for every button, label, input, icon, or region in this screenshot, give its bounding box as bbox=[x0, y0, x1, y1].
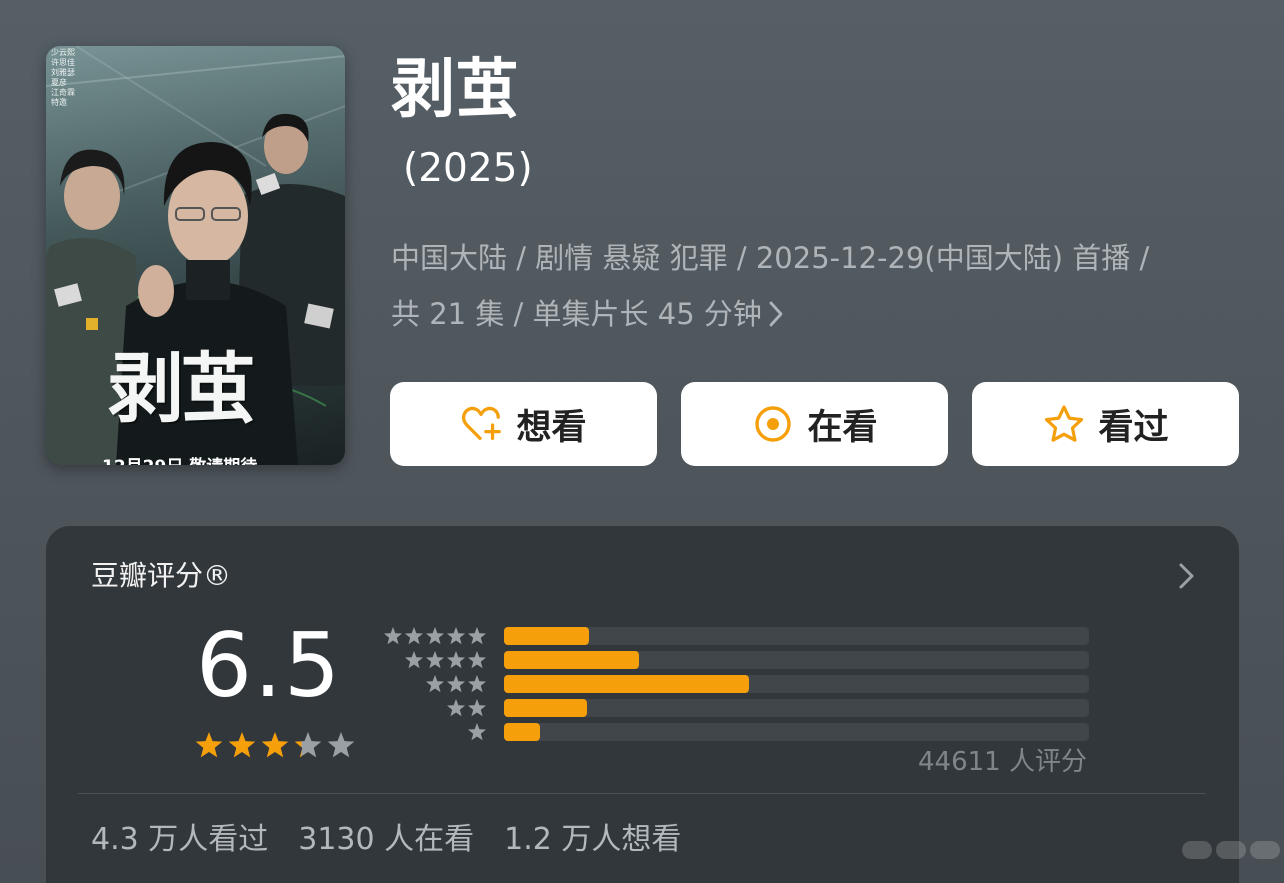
meta-line-2-text: 共 21 集 / 单集片长 45 分钟 bbox=[391, 297, 762, 331]
watched-label: 看过 bbox=[1098, 407, 1169, 448]
rating-distribution-row bbox=[382, 650, 1092, 670]
rating-stars bbox=[195, 732, 355, 758]
rating-star-icon bbox=[228, 732, 256, 758]
release-year: (2025) bbox=[403, 146, 533, 191]
poster-credit: 夏彦 bbox=[51, 78, 67, 87]
small-star-icon bbox=[467, 651, 487, 669]
poster-image[interactable]: 少云熙 许思佳 刘雅瑟 夏彦 江奇霖 特邀 剥茧 12月29日 敬请期待 bbox=[46, 46, 345, 465]
rating-score: 6.5 bbox=[196, 614, 342, 717]
small-star-icon bbox=[467, 675, 487, 693]
watermark bbox=[1120, 828, 1280, 872]
small-star-icon bbox=[446, 651, 466, 669]
heart-plus-icon bbox=[460, 402, 504, 446]
watching-button[interactable]: 在看 bbox=[681, 382, 948, 466]
page-title: 剥茧 bbox=[391, 53, 519, 127]
distribution-stars bbox=[404, 650, 487, 670]
want-to-watch-button[interactable]: 想看 bbox=[390, 382, 657, 466]
poster-title: 剥茧 bbox=[108, 344, 256, 433]
small-star-icon bbox=[425, 627, 445, 645]
distribution-bar bbox=[504, 723, 540, 741]
rating-distribution-row bbox=[382, 626, 1092, 646]
chevron-right-icon[interactable] bbox=[1176, 562, 1198, 590]
divider bbox=[78, 793, 1206, 794]
meta-line-2: 共 21 集 / 单集片长 45 分钟 bbox=[391, 286, 1251, 346]
small-star-icon bbox=[425, 675, 445, 693]
small-star-icon bbox=[383, 627, 403, 645]
distribution-stars bbox=[425, 674, 487, 694]
meta-info[interactable]: 中国大陆 / 剧情 悬疑 犯罪 / 2025-12-29(中国大陆) 首播 / … bbox=[391, 230, 1251, 346]
poster-credit: 少云熙 bbox=[51, 48, 75, 57]
rating-star-icon bbox=[294, 732, 322, 758]
small-star-icon bbox=[446, 699, 466, 717]
distribution-bar bbox=[504, 627, 589, 645]
poster-date: 12月29日 敬请期待 bbox=[102, 452, 342, 465]
rating-star-icon bbox=[327, 732, 355, 758]
rating-histogram bbox=[382, 626, 1092, 746]
distribution-stars bbox=[383, 626, 487, 646]
distribution-bar bbox=[504, 651, 639, 669]
chevron-right-icon[interactable] bbox=[768, 290, 784, 346]
want-to-watch-label: 想看 bbox=[516, 407, 587, 448]
poster-credit: 刘雅瑟 bbox=[51, 68, 75, 77]
rating-distribution-row bbox=[382, 698, 1092, 718]
small-star-icon bbox=[467, 699, 487, 717]
distribution-track bbox=[504, 651, 1089, 669]
star-outline-icon bbox=[1042, 402, 1086, 446]
poster-credits: 少云熙 许思佳 刘雅瑟 夏彦 江奇霖 特邀 bbox=[51, 48, 91, 108]
rating-distribution-row bbox=[382, 674, 1092, 694]
small-star-icon bbox=[446, 675, 466, 693]
watching-count[interactable]: 3130 人在看 bbox=[298, 818, 474, 862]
small-star-icon bbox=[425, 651, 445, 669]
watched-count[interactable]: 4.3 万人看过 bbox=[91, 818, 268, 862]
meta-line-1: 中国大陆 / 剧情 悬疑 犯罪 / 2025-12-29(中国大陆) 首播 / bbox=[391, 241, 1150, 275]
watching-label: 在看 bbox=[807, 407, 878, 448]
distribution-stars bbox=[467, 722, 487, 742]
small-star-icon bbox=[446, 627, 466, 645]
rating-title: 豆瓣评分® bbox=[91, 559, 232, 592]
small-star-icon bbox=[404, 627, 424, 645]
distribution-stars bbox=[446, 698, 487, 718]
distribution-track bbox=[504, 627, 1089, 645]
poster-credit: 许思佳 bbox=[51, 58, 75, 67]
distribution-track bbox=[504, 699, 1089, 717]
rating-distribution-row bbox=[382, 722, 1092, 742]
watch-stats: 4.3 万人看过 3130 人在看 1.2 万人想看 bbox=[91, 818, 681, 862]
target-circle-icon bbox=[751, 402, 795, 446]
poster-credit: 江奇霖 bbox=[51, 88, 75, 97]
small-star-icon bbox=[467, 627, 487, 645]
distribution-bar bbox=[504, 675, 749, 693]
watched-button[interactable]: 看过 bbox=[972, 382, 1239, 466]
want-count[interactable]: 1.2 万人想看 bbox=[504, 818, 681, 862]
distribution-bar bbox=[504, 699, 587, 717]
distribution-track bbox=[504, 723, 1089, 741]
rating-star-icon bbox=[195, 732, 223, 758]
poster-credit: 特邀 bbox=[51, 98, 67, 107]
distribution-track bbox=[504, 675, 1089, 693]
rating-card[interactable]: 豆瓣评分® 6.5 44611 人评分 4.3 万人看过 3130 人在看 1.… bbox=[46, 526, 1239, 883]
rating-count: 44611 人评分 bbox=[918, 747, 1087, 777]
rating-star-icon bbox=[261, 732, 289, 758]
small-star-icon bbox=[404, 651, 424, 669]
small-star-icon bbox=[467, 723, 487, 741]
